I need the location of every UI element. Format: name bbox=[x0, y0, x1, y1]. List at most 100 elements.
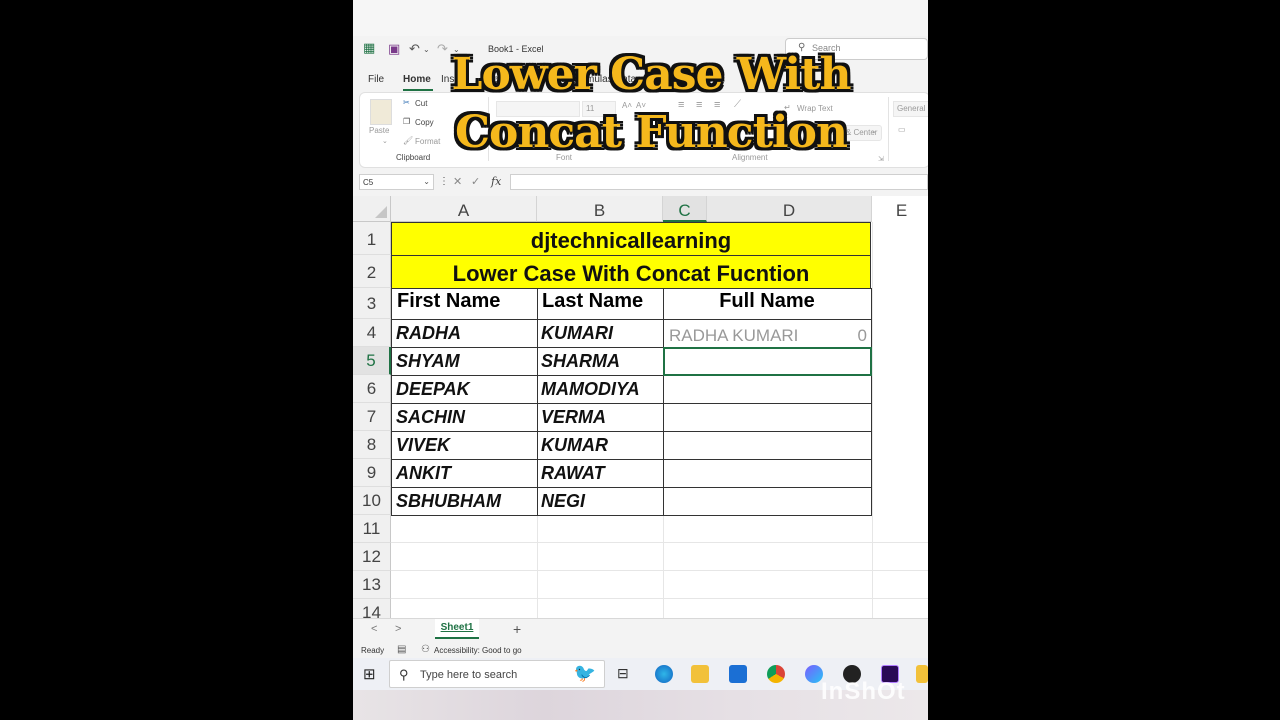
add-sheet-button[interactable]: + bbox=[513, 621, 521, 637]
last-name-cell[interactable]: MAMODIYA bbox=[537, 375, 664, 404]
search-icon: ⚲ bbox=[399, 667, 409, 682]
header-last-name[interactable]: Last Name bbox=[537, 288, 664, 320]
status-ready: Ready bbox=[361, 646, 385, 655]
task-view-icon[interactable]: ⊟ bbox=[617, 665, 629, 682]
number-format-box[interactable]: General bbox=[893, 101, 928, 117]
last-name-cell[interactable]: SHARMA bbox=[537, 347, 664, 376]
file-explorer-icon[interactable] bbox=[691, 665, 709, 683]
first-name-cell[interactable]: SHYAM bbox=[391, 347, 538, 376]
row-header-6[interactable]: 6 bbox=[353, 375, 391, 403]
save-icon[interactable]: ▣ bbox=[388, 42, 400, 57]
gridline bbox=[391, 542, 928, 543]
name-box-value: C5 bbox=[363, 178, 374, 187]
row-header-5[interactable]: 5 bbox=[353, 347, 391, 375]
taskbar-search-box[interactable]: ⚲ Type here to search 🐦 bbox=[389, 660, 605, 688]
row-header-10[interactable]: 10 bbox=[353, 487, 391, 515]
caption-line-1: Lower Case With bbox=[451, 49, 852, 100]
insert-function-button[interactable]: fx bbox=[491, 175, 501, 188]
column-header-e[interactable]: E bbox=[872, 196, 928, 222]
tab-file[interactable]: File bbox=[368, 74, 384, 85]
last-name-cell[interactable]: RAWAT bbox=[537, 459, 664, 488]
accounting-format-icon[interactable]: ▭ bbox=[898, 125, 906, 134]
accessibility-icon[interactable]: ⚇ bbox=[421, 644, 430, 655]
windows-start-icon[interactable]: ⊞ bbox=[363, 665, 376, 683]
header-first-name[interactable]: First Name bbox=[391, 288, 538, 320]
header-full-name[interactable]: Full Name bbox=[663, 288, 872, 320]
select-all-triangle-icon bbox=[375, 206, 387, 218]
full-name-cell[interactable] bbox=[663, 431, 872, 460]
banner-title-cell[interactable]: djtechnicallearning bbox=[391, 222, 871, 256]
full-name-cell[interactable] bbox=[663, 459, 872, 488]
first-name-cell[interactable]: VIVEK bbox=[391, 431, 538, 460]
column-header-a[interactable]: A bbox=[391, 196, 537, 222]
row-header-3[interactable]: 3 bbox=[353, 288, 391, 319]
full-name-cell[interactable] bbox=[663, 403, 872, 432]
bird-illustration-icon: 🐦 bbox=[573, 663, 596, 683]
row-header-7[interactable]: 7 bbox=[353, 403, 391, 431]
full-name-cell[interactable] bbox=[663, 375, 872, 404]
row-header-8[interactable]: 8 bbox=[353, 431, 391, 459]
cut-icon[interactable]: ✂ bbox=[403, 98, 410, 107]
paste-button[interactable]: Paste bbox=[369, 126, 389, 135]
chrome-icon[interactable] bbox=[767, 665, 785, 683]
banner-subtitle-cell[interactable]: Lower Case With Concat Fucntion bbox=[391, 255, 871, 289]
full-name-cell[interactable] bbox=[663, 487, 872, 516]
first-name-cell[interactable]: DEEPAK bbox=[391, 375, 538, 404]
name-box[interactable]: C5 ⌄ bbox=[359, 174, 434, 190]
number-format-value: General bbox=[897, 104, 926, 113]
gridline bbox=[663, 515, 664, 618]
last-name-cell[interactable]: KUMAR bbox=[537, 431, 664, 460]
formula-bar: C5 ⌄ ⋮ ✕ ✓ fx bbox=[353, 172, 928, 192]
active-cell-c5[interactable] bbox=[663, 347, 872, 376]
prev-sheet-button[interactable]: < bbox=[371, 623, 377, 635]
paste-icon[interactable] bbox=[370, 99, 392, 125]
row-header-4[interactable]: 4 bbox=[353, 319, 391, 347]
spreadsheet-grid: A B C D E 1 2 3 4 5 6 7 8 9 10 11 12 13 … bbox=[353, 196, 928, 618]
excel-logo-icon: ▦ bbox=[363, 41, 376, 56]
caption-line-2: Concat Function bbox=[455, 107, 848, 158]
column-header-d[interactable]: D bbox=[707, 196, 872, 222]
sheet-tab-sheet1[interactable]: Sheet1 bbox=[435, 619, 479, 639]
enter-button[interactable]: ✓ bbox=[471, 175, 480, 188]
last-name-cell[interactable]: NEGI bbox=[537, 487, 664, 516]
edge-icon[interactable] bbox=[655, 665, 673, 683]
first-name-cell[interactable]: SACHIN bbox=[391, 403, 538, 432]
first-name-cell[interactable]: ANKIT bbox=[391, 459, 538, 488]
name-box-dropdown-icon: ⌄ bbox=[423, 177, 430, 186]
row-header-11[interactable]: 11 bbox=[353, 515, 391, 543]
column-header-b[interactable]: B bbox=[537, 196, 663, 222]
gridline bbox=[872, 222, 873, 618]
flash-fill-preview-value: 0 bbox=[857, 326, 867, 345]
formula-input[interactable] bbox=[510, 174, 928, 190]
last-name-cell[interactable]: VERMA bbox=[537, 403, 664, 432]
row-header-9[interactable]: 9 bbox=[353, 459, 391, 487]
column-header-c[interactable]: C bbox=[663, 196, 707, 222]
paste-dropdown-icon[interactable]: ⌄ bbox=[382, 137, 388, 145]
app-icon[interactable] bbox=[916, 665, 928, 683]
flash-fill-preview-text: RADHA KUMARI bbox=[669, 326, 799, 345]
video-caption: Lower Case With Concat Function bbox=[411, 46, 891, 162]
status-bar: Ready ▤ ⚇ Accessibility: Good to go bbox=[353, 642, 928, 658]
sheet-tab-bar: < > Sheet1 + bbox=[353, 618, 928, 641]
status-accessibility[interactable]: Accessibility: Good to go bbox=[434, 646, 522, 655]
row-header-12[interactable]: 12 bbox=[353, 543, 391, 571]
row-header-14[interactable]: 14 bbox=[353, 599, 391, 618]
select-all-button[interactable] bbox=[353, 196, 391, 222]
next-sheet-button[interactable]: > bbox=[395, 623, 401, 635]
macro-record-icon[interactable]: ▤ bbox=[397, 644, 406, 655]
first-name-cell[interactable]: SBHUBHAM bbox=[391, 487, 538, 516]
gridline bbox=[391, 570, 928, 571]
more-icon: ⋮ bbox=[439, 176, 449, 187]
inshot-watermark: InShOt bbox=[821, 678, 906, 705]
row-header-1[interactable]: 1 bbox=[353, 222, 391, 255]
last-name-cell[interactable]: KUMARI bbox=[537, 319, 664, 348]
cancel-button[interactable]: ✕ bbox=[453, 175, 462, 188]
first-name-cell[interactable]: RADHA bbox=[391, 319, 538, 348]
flash-fill-preview: RADHA KUMARI 0 bbox=[666, 323, 871, 347]
copy-icon[interactable]: ❐ bbox=[403, 117, 410, 126]
mail-icon[interactable] bbox=[729, 665, 747, 683]
top-blur bbox=[353, 0, 928, 36]
row-header-2[interactable]: 2 bbox=[353, 255, 391, 288]
gridline bbox=[391, 598, 928, 599]
row-header-13[interactable]: 13 bbox=[353, 571, 391, 599]
